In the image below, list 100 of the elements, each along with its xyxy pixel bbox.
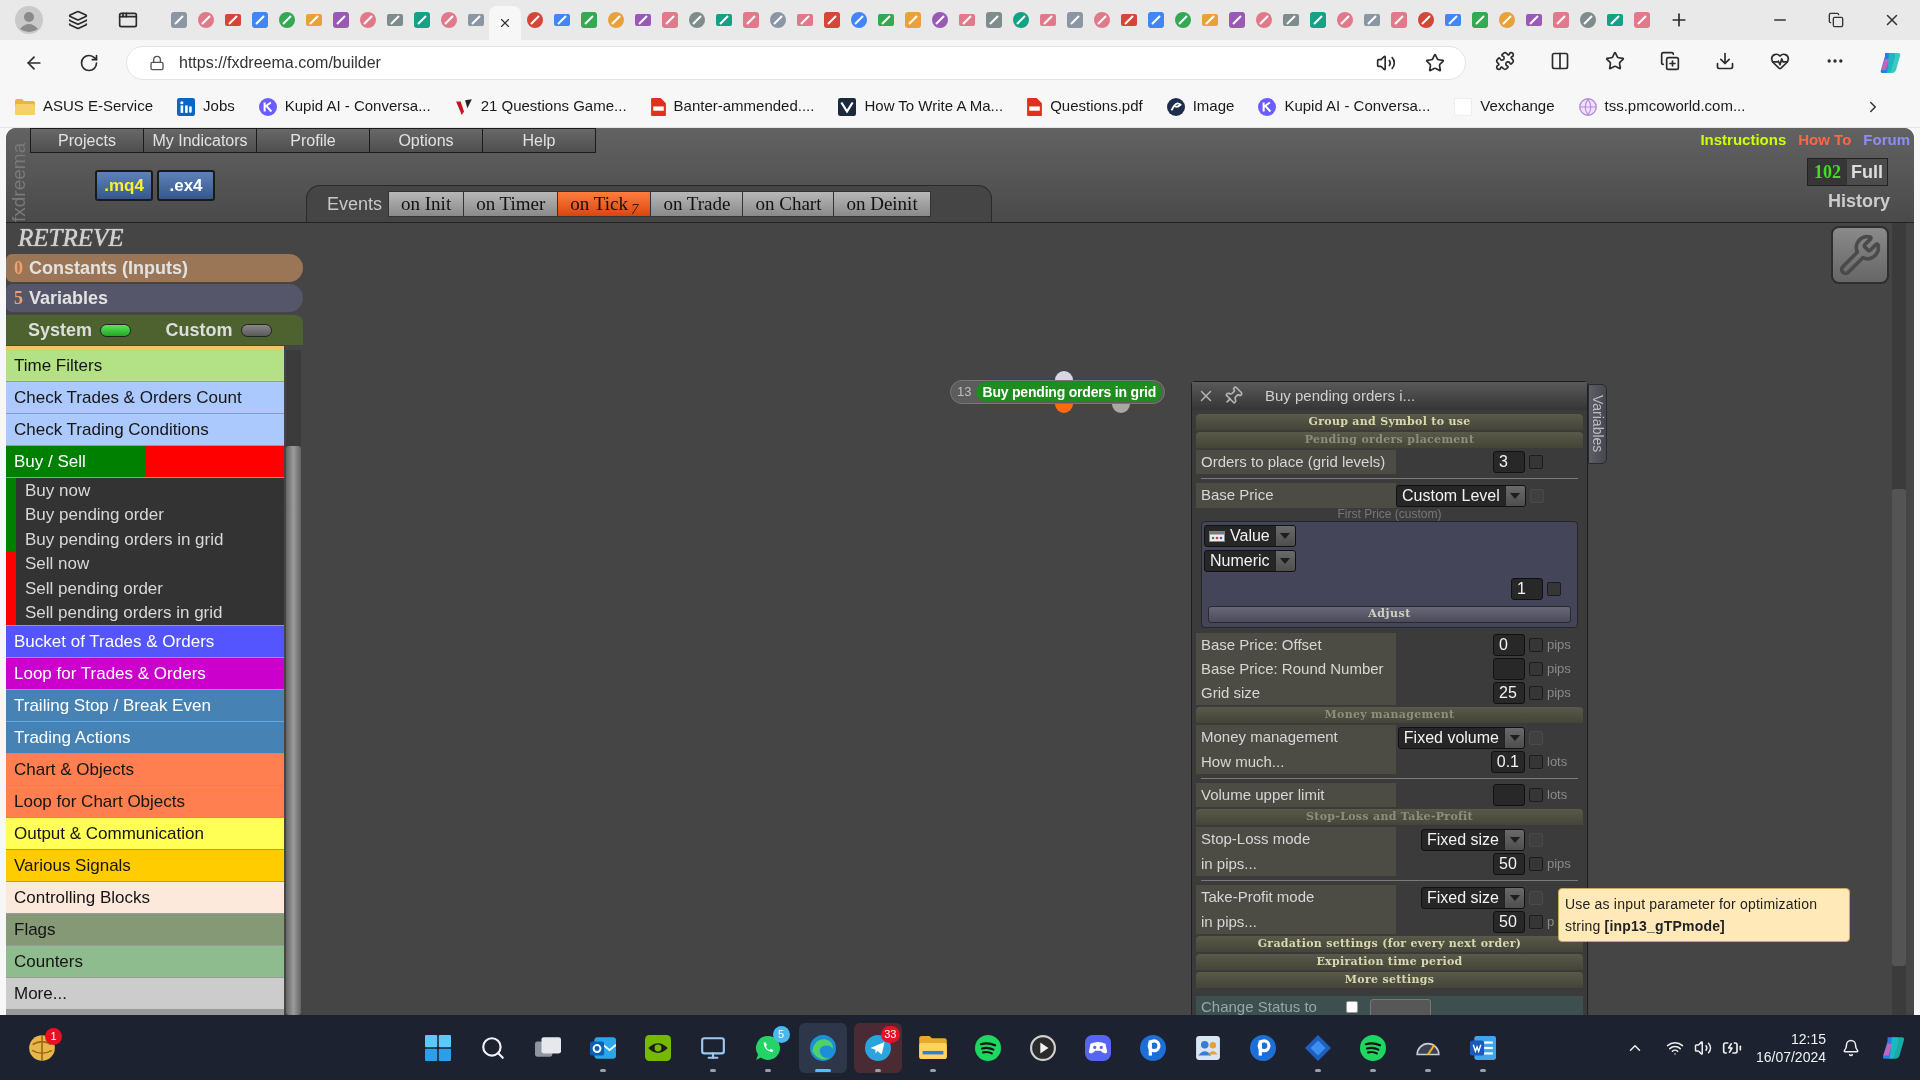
dropdown[interactable]: Custom Level	[1396, 484, 1526, 507]
checkbox[interactable]	[1529, 755, 1543, 769]
bookmark[interactable]: 21 Questions Game...	[454, 91, 627, 122]
dropdown[interactable]: Value	[1204, 525, 1296, 547]
bookmark[interactable]: tss.pmcoworld.com...	[1578, 91, 1746, 122]
event-tab[interactable]: on Init	[388, 191, 465, 217]
copy-plus-icon[interactable]	[1659, 51, 1680, 71]
download-icon[interactable]	[1714, 51, 1735, 71]
category-item[interactable]: Time Filters	[6, 350, 284, 381]
category-subitem[interactable]: Sell now	[6, 551, 284, 576]
menu-item[interactable]: Profile	[256, 128, 370, 153]
adjust-button[interactable]: Adjust	[1208, 606, 1571, 623]
checkbox[interactable]	[1529, 455, 1543, 469]
window-icon[interactable]	[118, 10, 138, 30]
number-field[interactable]: 0.1	[1490, 751, 1525, 773]
toggle-switch[interactable]	[240, 323, 272, 337]
file-type-button[interactable]: .mq4	[95, 170, 153, 201]
section-header[interactable]: Gradation settings (for every next order)	[1196, 936, 1583, 952]
bookmark[interactable]: Banter-ammended....	[650, 91, 815, 122]
widget-button[interactable]: 1	[22, 1027, 62, 1068]
bookmark[interactable]: Kupid AI - Conversa...	[1258, 91, 1431, 122]
toggle-switch[interactable]	[100, 323, 132, 337]
category-item[interactable]: Flags	[6, 914, 284, 945]
speaker-icon[interactable]	[1693, 1038, 1712, 1057]
layers-icon[interactable]	[68, 10, 88, 30]
bookmark[interactable]: Jobs	[177, 91, 235, 122]
close-icon[interactable]	[498, 16, 512, 30]
bookmark[interactable]: Questions.pdf	[1027, 91, 1143, 122]
number-field[interactable]: 50	[1493, 911, 1525, 933]
dropdown[interactable]: Fixed size	[1420, 886, 1525, 909]
category-item[interactable]: Loop for Chart Objects	[6, 786, 284, 817]
event-tab[interactable]: on Trade	[650, 191, 744, 217]
settings-button[interactable]	[1831, 226, 1889, 284]
number-field[interactable]: 3	[1493, 451, 1525, 473]
address-field[interactable]: https://fxdreema.com/builder	[126, 46, 1466, 80]
event-tab[interactable]: on Deinit	[833, 191, 931, 217]
checkbox[interactable]	[1529, 662, 1543, 676]
file-type-button[interactable]: .ex4	[157, 170, 215, 201]
split-screen-icon[interactable]	[1549, 51, 1570, 71]
category-item[interactable]: Trading Actions	[6, 722, 284, 753]
number-field[interactable]: 0	[1493, 634, 1525, 656]
category-item[interactable]: Trailing Stop / Break Even	[6, 690, 284, 721]
category-item[interactable]: Bucket of Trades & Orders	[6, 626, 284, 657]
puzzle-icon[interactable]	[1494, 51, 1515, 71]
status-field[interactable]	[1370, 999, 1431, 1015]
dropdown[interactable]: Fixed volume	[1397, 726, 1525, 749]
category-item[interactable]: Output & Communication	[6, 818, 284, 849]
bookmark[interactable]: ASUS E-Service	[15, 91, 154, 122]
checkbox[interactable]	[1346, 1001, 1358, 1013]
avatar-icon[interactable]	[15, 6, 43, 34]
category-item[interactable]: Buy / Sell	[6, 446, 284, 477]
dropdown[interactable]: Fixed size	[1420, 828, 1525, 851]
bookmark[interactable]: Kupid AI - Conversa...	[258, 91, 431, 122]
taskbar-app[interactable]: 33	[853, 1022, 902, 1073]
category-item[interactable]: Loop for Trades & Orders	[6, 658, 284, 689]
menu-item[interactable]: Projects	[30, 128, 144, 153]
dropdown[interactable]: Numeric	[1204, 550, 1296, 572]
category-subitem[interactable]: Buy now	[6, 478, 284, 503]
checkbox[interactable]	[1529, 788, 1543, 802]
section-header[interactable]: Expiration time period	[1196, 954, 1583, 970]
link[interactable]: Instructions	[1700, 131, 1787, 149]
checkbox[interactable]	[1529, 686, 1543, 700]
side-tab[interactable]: Variables	[1588, 384, 1607, 464]
category-subitem[interactable]: Buy pending order	[6, 502, 284, 527]
category-item[interactable]: Controlling Blocks	[6, 882, 284, 913]
star-icon[interactable]	[1604, 51, 1625, 71]
scrollbar[interactable]	[1892, 223, 1906, 1015]
mode-button[interactable]: Full	[1847, 159, 1887, 185]
menu-item[interactable]: My Indicators	[143, 128, 257, 153]
category-item[interactable]: Counters	[6, 946, 284, 977]
menu-item[interactable]: Help	[482, 128, 596, 153]
sidebar-section[interactable]: 5 Variables	[6, 284, 303, 312]
category-item[interactable]: Chart & Objects	[6, 754, 284, 785]
heart-pulse-icon[interactable]	[1769, 51, 1790, 71]
number-field[interactable]	[1493, 658, 1525, 680]
speaker-icon[interactable]	[1376, 53, 1396, 73]
scrollbar-thumb[interactable]	[1892, 489, 1906, 966]
section-header[interactable]: More settings	[1196, 972, 1583, 988]
restore-icon[interactable]	[1828, 12, 1844, 28]
app-logo-icon[interactable]	[1880, 1034, 1906, 1061]
bookmark[interactable]: Vexchange	[1454, 91, 1555, 122]
bookmark[interactable]: Image	[1166, 91, 1235, 122]
category-item[interactable]: More...	[6, 978, 284, 1009]
retrieve-label[interactable]: RETREVE	[18, 225, 124, 250]
menu-item[interactable]: Options	[369, 128, 483, 153]
category-item[interactable]: Check Trades & Orders Count	[6, 382, 284, 413]
number-field[interactable]: 25	[1493, 682, 1525, 704]
checkbox[interactable]	[1547, 582, 1561, 596]
number-field[interactable]: 50	[1493, 853, 1525, 875]
number-field[interactable]	[1493, 784, 1525, 806]
category-subitem[interactable]: Buy pending orders in grid	[6, 527, 284, 552]
category-item[interactable]: Check Trading Conditions	[6, 414, 284, 445]
bell-icon[interactable]	[1842, 1038, 1860, 1057]
checkbox[interactable]	[1529, 857, 1543, 871]
clock-date[interactable]: 16/07/2024	[1755, 1047, 1826, 1066]
section-header[interactable]: Group and Symbol to use	[1196, 414, 1583, 430]
taskbar-app[interactable]	[798, 1022, 847, 1073]
event-tab[interactable]: on Timer	[463, 191, 559, 217]
category-subitem[interactable]: Sell pending order	[6, 576, 284, 601]
category-subitem[interactable]: Sell pending orders in grid	[6, 600, 284, 625]
